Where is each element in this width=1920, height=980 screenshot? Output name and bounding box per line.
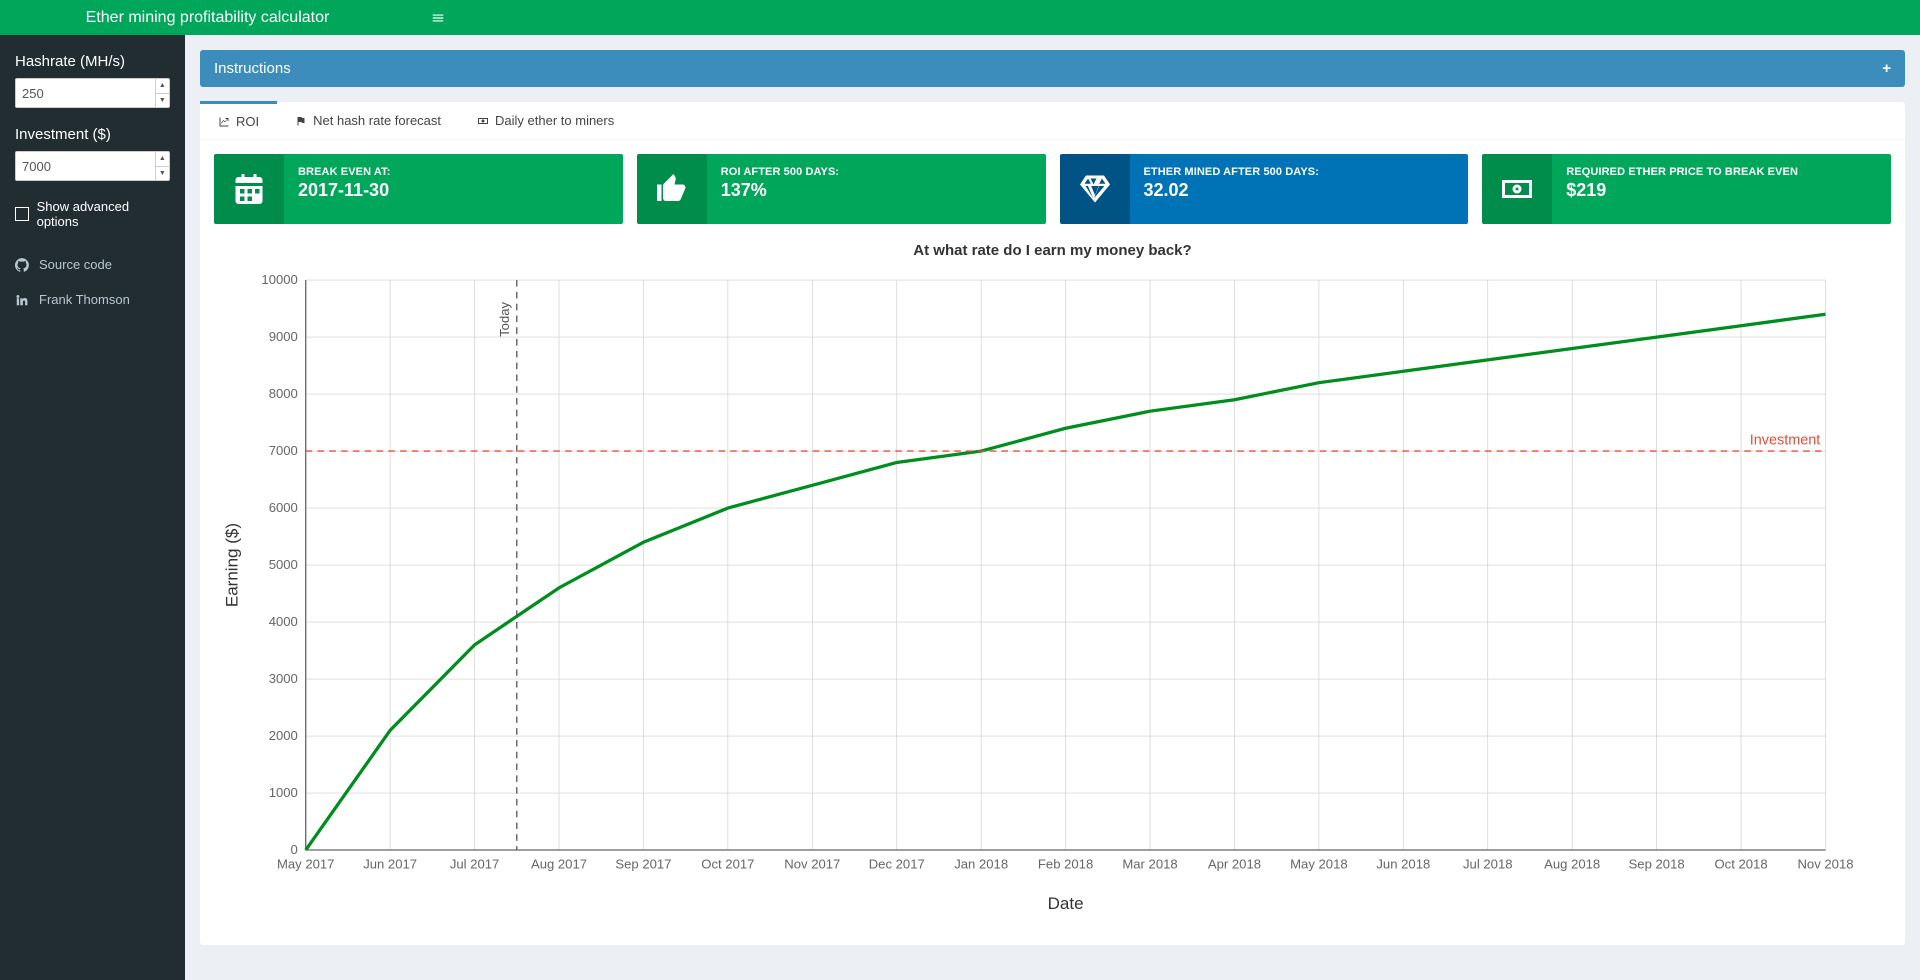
card-roi: ROI AFTER 500 DAYS: 137% <box>637 154 1046 224</box>
hashrate-spinner: ▲ ▼ <box>155 79 169 107</box>
tab-roi[interactable]: ROI <box>200 101 277 139</box>
card-mined-title: ETHER MINED AFTER 500 DAYS: <box>1144 166 1455 178</box>
svg-text:8000: 8000 <box>269 386 298 401</box>
svg-text:Feb 2018: Feb 2018 <box>1038 856 1093 871</box>
hashrate-label: Hashrate (MH/s) <box>15 53 170 70</box>
summary-cards: BREAK EVEN AT: 2017-11-30 ROI AFTER 500 … <box>200 140 1905 238</box>
linkedin-icon <box>15 293 29 307</box>
investment-label: Investment ($) <box>15 126 170 143</box>
roi-chart: 0 1000 2000 3000 4000 5000 6000 7000 8000 9000 100… <box>214 267 1891 922</box>
card-mined-value: 32.02 <box>1144 180 1455 201</box>
instructions-title: Instructions <box>214 60 291 77</box>
svg-text:Jun 2018: Jun 2018 <box>1376 856 1430 871</box>
source-code-link[interactable]: Source code <box>15 247 170 282</box>
chart-line-icon <box>218 116 230 128</box>
svg-text:0: 0 <box>291 842 298 857</box>
source-code-label: Source code <box>39 257 112 272</box>
svg-text:Oct 2018: Oct 2018 <box>1714 856 1767 871</box>
svg-text:Jun 2017: Jun 2017 <box>363 856 417 871</box>
card-reqprice: REQUIRED ETHER PRICE TO BREAK EVEN $219 <box>1482 154 1891 224</box>
card-breakeven: BREAK EVEN AT: 2017-11-30 <box>214 154 623 224</box>
hashrate-input-wrap: ▲ ▼ <box>15 78 170 108</box>
svg-text:10000: 10000 <box>261 272 297 287</box>
plus-icon: + <box>1882 60 1891 77</box>
flag-icon <box>295 115 307 127</box>
tab-daily[interactable]: Daily ether to miners <box>459 102 632 139</box>
svg-text:Dec 2017: Dec 2017 <box>869 856 925 871</box>
investment-step-down[interactable]: ▼ <box>156 167 169 181</box>
card-mined: ETHER MINED AFTER 500 DAYS: 32.02 <box>1060 154 1469 224</box>
card-roi-value: 137% <box>721 180 1032 201</box>
svg-text:Aug 2018: Aug 2018 <box>1544 856 1600 871</box>
hashrate-input[interactable] <box>16 82 155 105</box>
card-reqprice-title: REQUIRED ETHER PRICE TO BREAK EVEN <box>1566 166 1877 178</box>
main-panel: ROI Net hash rate forecast Daily ether t… <box>200 102 1905 945</box>
svg-text:Jul 2017: Jul 2017 <box>450 856 500 871</box>
investment-input[interactable] <box>16 155 155 178</box>
svg-text:Aug 2017: Aug 2017 <box>531 856 587 871</box>
svg-text:9000: 9000 <box>269 329 298 344</box>
diamond-icon <box>1077 171 1113 207</box>
svg-text:4000: 4000 <box>269 614 298 629</box>
hamburger-icon <box>431 11 445 25</box>
svg-text:Investment: Investment <box>1750 433 1820 449</box>
svg-text:Oct 2017: Oct 2017 <box>701 856 754 871</box>
svg-text:Earning ($): Earning ($) <box>223 523 242 607</box>
card-reqprice-value: $219 <box>1566 180 1877 201</box>
svg-text:Nov 2017: Nov 2017 <box>784 856 840 871</box>
sidebar: Hashrate (MH/s) ▲ ▼ Investment ($) ▲ ▼ S… <box>0 35 185 980</box>
show-advanced-toggle[interactable]: Show advanced options <box>15 199 170 229</box>
svg-text:Jul 2018: Jul 2018 <box>1463 856 1513 871</box>
chart-title: At what rate do I earn my money back? <box>214 242 1891 259</box>
svg-text:5000: 5000 <box>269 557 298 572</box>
tab-roi-label: ROI <box>236 114 259 129</box>
author-label: Frank Thomson <box>39 292 130 307</box>
github-icon <box>15 258 29 272</box>
svg-text:3000: 3000 <box>269 671 298 686</box>
app-title: Ether mining profitability calculator <box>0 0 415 35</box>
card-roi-title: ROI AFTER 500 DAYS: <box>721 166 1032 178</box>
svg-text:Mar 2018: Mar 2018 <box>1122 856 1177 871</box>
card-breakeven-title: BREAK EVEN AT: <box>298 166 609 178</box>
svg-text:2000: 2000 <box>269 728 298 743</box>
calendar-icon <box>231 171 267 207</box>
chart-container: At what rate do I earn my money back? 0 1… <box>200 242 1905 945</box>
show-advanced-label: Show advanced options <box>37 199 170 229</box>
main-content: Instructions + ROI Net hash rate forecas… <box>185 35 1920 960</box>
tab-bar: ROI Net hash rate forecast Daily ether t… <box>200 102 1905 140</box>
author-link[interactable]: Frank Thomson <box>15 282 170 317</box>
svg-text:Nov 2018: Nov 2018 <box>1797 856 1853 871</box>
money-bill-icon <box>1499 171 1535 207</box>
checkbox-icon <box>15 207 29 221</box>
svg-text:Date: Date <box>1048 894 1084 913</box>
svg-text:1000: 1000 <box>269 785 298 800</box>
investment-spinner: ▲ ▼ <box>155 152 169 180</box>
svg-text:7000: 7000 <box>269 443 298 458</box>
svg-text:May 2017: May 2017 <box>277 856 335 871</box>
instructions-accordion[interactable]: Instructions + <box>200 50 1905 87</box>
hashrate-step-down[interactable]: ▼ <box>156 94 169 108</box>
investment-step-up[interactable]: ▲ <box>156 152 169 167</box>
svg-text:Jan 2018: Jan 2018 <box>954 856 1008 871</box>
investment-input-wrap: ▲ ▼ <box>15 151 170 181</box>
svg-text:May 2018: May 2018 <box>1290 856 1348 871</box>
svg-text:6000: 6000 <box>269 500 298 515</box>
thumbs-up-icon <box>654 171 690 207</box>
tab-forecast[interactable]: Net hash rate forecast <box>277 102 459 139</box>
card-breakeven-value: 2017-11-30 <box>298 180 609 201</box>
hashrate-step-up[interactable]: ▲ <box>156 79 169 94</box>
svg-text:Sep 2018: Sep 2018 <box>1629 856 1685 871</box>
svg-text:Today: Today <box>497 301 512 336</box>
app-header: Ether mining profitability calculator <box>0 0 1920 35</box>
tab-daily-label: Daily ether to miners <box>495 113 614 128</box>
svg-text:Sep 2017: Sep 2017 <box>615 856 671 871</box>
money-icon <box>477 115 489 127</box>
svg-text:Apr 2018: Apr 2018 <box>1208 856 1261 871</box>
toggle-sidebar-button[interactable] <box>415 0 460 35</box>
tab-forecast-label: Net hash rate forecast <box>313 113 441 128</box>
